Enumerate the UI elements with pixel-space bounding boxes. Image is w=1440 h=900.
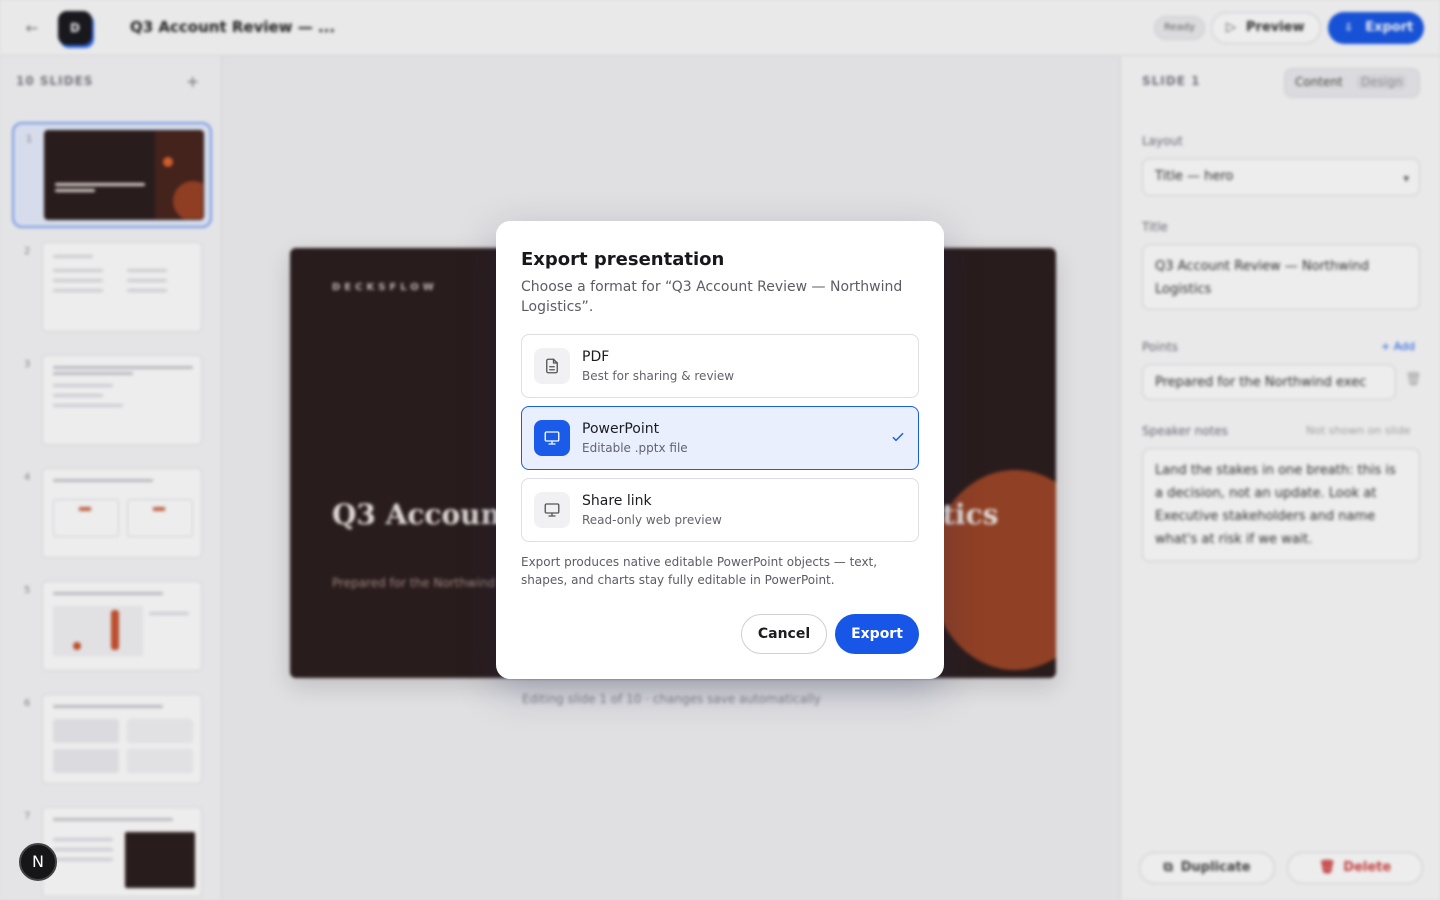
export-button[interactable]: Export [835, 614, 919, 654]
document-icon [534, 348, 570, 384]
cancel-button[interactable]: Cancel [741, 614, 827, 654]
option-name: PowerPoint [582, 421, 660, 437]
option-description: Editable .pptx file [582, 441, 688, 455]
monitor-icon [534, 420, 570, 456]
dialog-description: Choose a format for “Q3 Account Review —… [521, 279, 903, 315]
export-dialog: Export presentation Choose a format for … [496, 221, 944, 679]
option-description: Best for sharing & review [582, 369, 735, 383]
option-description: Read-only web preview [582, 513, 722, 527]
format-option-pdf[interactable]: PDF Best for sharing & review [521, 334, 919, 398]
format-option-share-link[interactable]: Share link Read-only web preview [521, 478, 919, 542]
avatar[interactable]: N [19, 843, 57, 881]
dialog-title: Export presentation [521, 249, 725, 270]
export-note: Export produces native editable PowerPoi… [521, 555, 878, 587]
checkmark-icon [890, 429, 906, 449]
option-name: PDF [582, 349, 610, 365]
monitor-icon [534, 492, 570, 528]
option-name: Share link [582, 493, 652, 509]
format-option-powerpoint[interactable]: PowerPoint Editable .pptx file [521, 406, 919, 470]
